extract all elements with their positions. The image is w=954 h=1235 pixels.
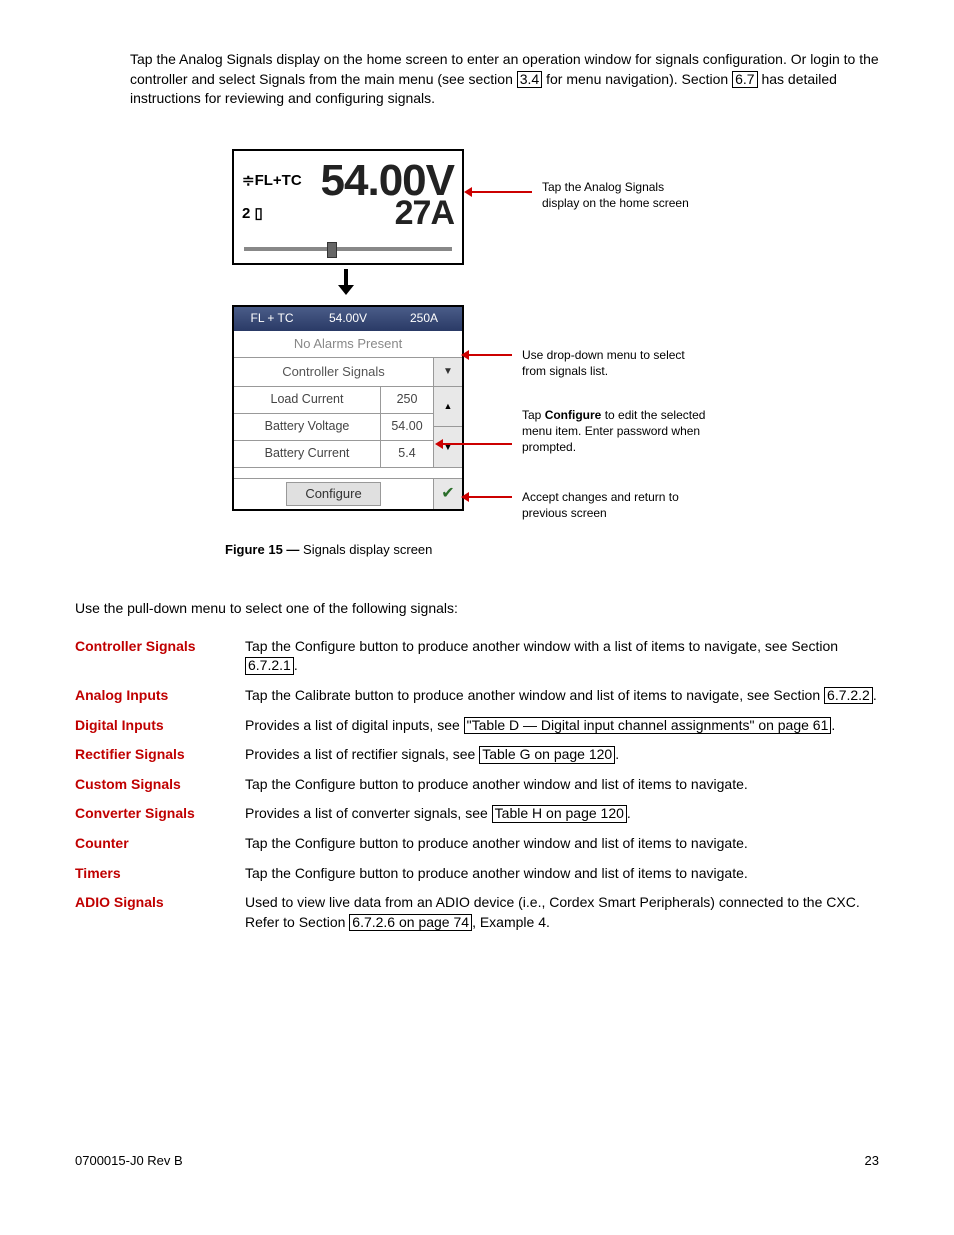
def-desc: Tap the Configure button to produce anot… — [245, 637, 879, 676]
figure-area: ≑FL+TC 2 ▯ 54.00V 27A FL + TC 54.00V 250… — [75, 149, 879, 511]
def-desc: Provides a list of converter signals, se… — [245, 804, 879, 824]
home-scrollbar[interactable] — [244, 241, 452, 257]
dropdown-arrow-icon[interactable]: ▼ — [433, 358, 462, 386]
alarm-status: No Alarms Present — [234, 331, 462, 358]
signals-table: Load Current 250 Battery Voltage 54.00 B… — [234, 387, 462, 468]
ref-3-4[interactable]: 3.4 — [517, 71, 542, 88]
intro-text-2: for menu navigation). Section — [542, 71, 732, 87]
device-icon: ▯ — [255, 205, 263, 222]
def-desc: Tap the Configure button to produce anot… — [245, 834, 879, 854]
def-desc: Tap the Calibrate button to produce anot… — [245, 686, 879, 706]
ref-table-g[interactable]: Table G on page 120 — [479, 746, 615, 763]
row-value: 250 — [380, 387, 433, 413]
def-desc: Tap the Configure button to produce anot… — [245, 775, 879, 795]
def-term: Custom Signals — [75, 775, 245, 795]
def-term: Digital Inputs — [75, 716, 245, 736]
row-label: Battery Voltage — [234, 414, 380, 440]
row-value: 5.4 — [380, 441, 433, 467]
intro-paragraph: Tap the Analog Signals display on the ho… — [130, 50, 879, 109]
ref-6-7-2-6[interactable]: 6.7.2.6 on page 74 — [349, 914, 472, 931]
header-current: 250A — [386, 310, 462, 327]
scroll-up-button[interactable]: ▲ — [434, 387, 462, 428]
dropdown-label: Controller Signals — [234, 358, 433, 386]
table-row[interactable]: Load Current 250 — [234, 387, 433, 413]
figure-title: Signals display screen — [299, 542, 432, 557]
figure-label: Figure 15 — — [225, 542, 299, 557]
annotation-dropdown: Use drop-down menu to select from signal… — [522, 347, 712, 379]
table-row[interactable]: Battery Current 5.4 — [234, 440, 433, 467]
def-term: Counter — [75, 834, 245, 854]
signals-dropdown[interactable]: Controller Signals ▼ — [234, 358, 462, 387]
def-term: Timers — [75, 864, 245, 884]
annotation-configure: Tap Configure to edit the selected menu … — [522, 407, 732, 456]
figure-caption: Figure 15 — Signals display screen — [225, 541, 879, 559]
mode-icon: ≑ — [242, 172, 255, 189]
def-term: Rectifier Signals — [75, 745, 245, 765]
ref-6-7-2-1[interactable]: 6.7.2.1 — [245, 657, 294, 674]
signals-screen: FL + TC 54.00V 250A No Alarms Present Co… — [232, 305, 464, 511]
ref-6-7-2-2[interactable]: 6.7.2.2 — [824, 687, 873, 704]
def-term: Controller Signals — [75, 637, 245, 657]
row-label: Load Current — [234, 387, 380, 413]
mode-label: FL+TC — [255, 172, 302, 189]
ref-table-d[interactable]: "Table D — Digital input channel assignm… — [464, 717, 832, 734]
def-desc: Tap the Configure button to produce anot… — [245, 864, 879, 884]
def-term: ADIO Signals — [75, 893, 245, 913]
row-label: Battery Current — [234, 441, 380, 467]
footer-page-number: 23 — [865, 1152, 879, 1170]
configure-button[interactable]: Configure — [286, 482, 380, 506]
row-value: 54.00 — [380, 414, 433, 440]
flow-arrow-down — [232, 267, 460, 303]
annotation-accept: Accept changes and return to previous sc… — [522, 489, 702, 521]
pulldown-intro: Use the pull-down menu to select one of … — [75, 599, 879, 619]
def-term: Analog Inputs — [75, 686, 245, 706]
ref-table-h[interactable]: Table H on page 120 — [492, 805, 627, 822]
def-desc: Provides a list of digital inputs, see "… — [245, 716, 879, 736]
home-screen[interactable]: ≑FL+TC 2 ▯ 54.00V 27A — [232, 149, 464, 265]
header-mode: FL + TC — [234, 310, 310, 327]
definitions-list: Controller Signals Tap the Configure but… — [75, 637, 879, 933]
signals-header: FL + TC 54.00V 250A — [234, 307, 462, 331]
header-voltage: 54.00V — [310, 310, 386, 327]
annotation-tap-home: Tap the Analog Signals display on the ho… — [542, 179, 692, 211]
def-term: Converter Signals — [75, 804, 245, 824]
device-count: 2 — [242, 205, 250, 222]
table-row[interactable]: Battery Voltage 54.00 — [234, 413, 433, 440]
ref-6-7[interactable]: 6.7 — [732, 71, 757, 88]
def-desc: Used to view live data from an ADIO devi… — [245, 893, 879, 932]
footer-doc-id: 0700015-J0 Rev B — [75, 1152, 183, 1170]
page-footer: 0700015-J0 Rev B 23 — [75, 1152, 879, 1170]
def-desc: Provides a list of rectifier signals, se… — [245, 745, 879, 765]
